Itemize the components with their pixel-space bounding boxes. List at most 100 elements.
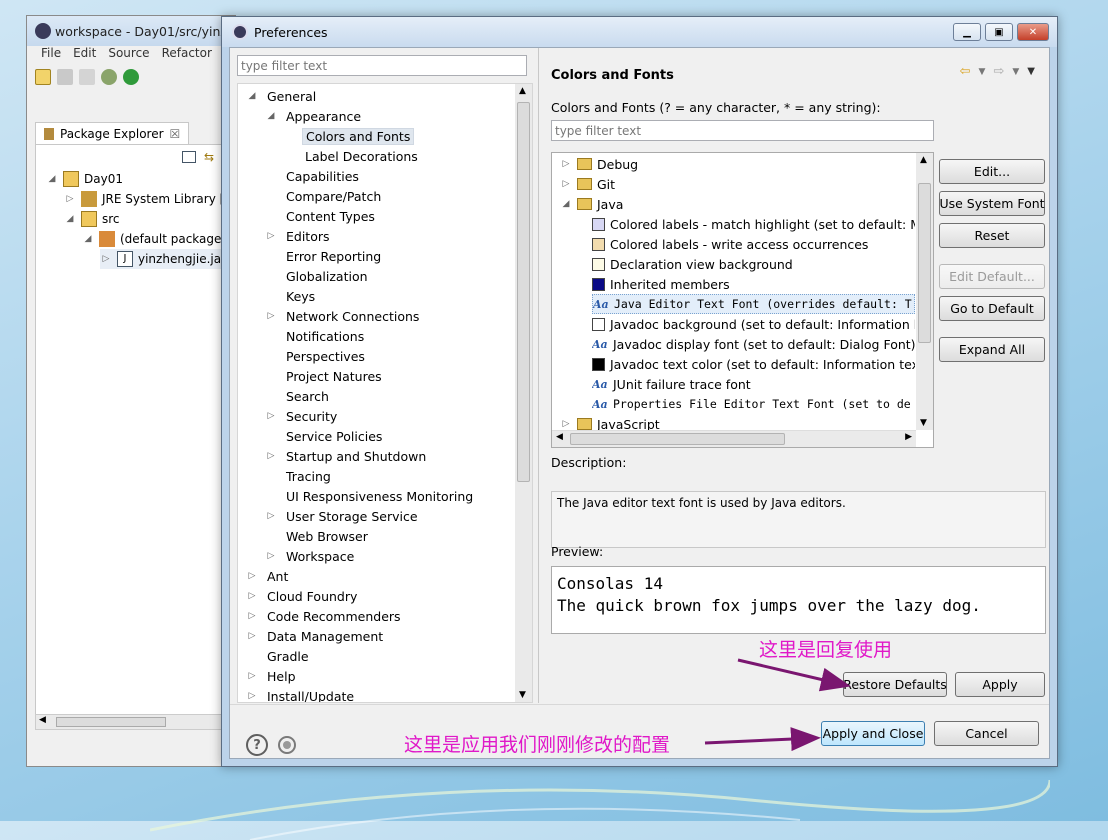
tree-item[interactable]: ▷ Network Connections [265, 306, 422, 326]
collapsed-arrow-icon[interactable]: ▷ [265, 551, 277, 561]
tree-item[interactable]: ▷ Startup and Shutdown [265, 446, 429, 466]
scroll-thumb[interactable] [570, 433, 785, 445]
close-button[interactable]: ✕ [1017, 23, 1049, 41]
menu-edit[interactable]: Edit [73, 46, 96, 64]
tree-item-jre[interactable]: ▷ JRE System Library [J [64, 189, 228, 209]
tree-item[interactable]: Gradle [246, 646, 312, 666]
expand-all-button[interactable]: Expand All [939, 337, 1045, 362]
collapsed-arrow-icon[interactable]: ▷ [265, 451, 277, 461]
collapse-all-icon[interactable] [182, 151, 196, 163]
tree-item[interactable]: ◢ General [246, 86, 319, 106]
tree-item-java-file[interactable]: ▷ J yinzhengjie.jav [100, 249, 229, 269]
scroll-left-icon[interactable]: ◀ [39, 715, 46, 725]
package-explorer-tab[interactable]: Package Explorer ☒ [35, 122, 190, 144]
expand-arrow-icon[interactable]: ▷ [64, 194, 76, 204]
tree-item[interactable]: Notifications [265, 326, 367, 346]
tree-item[interactable]: ▷ Security [265, 406, 340, 426]
tree-item[interactable]: Globalization [265, 266, 371, 286]
tree-item[interactable]: ▷ Install/Update [246, 686, 357, 703]
expanded-arrow-icon[interactable]: ◢ [246, 91, 258, 101]
colors-filter-input[interactable]: type filter text [551, 120, 934, 141]
color-font-item[interactable]: Javadoc background (set to default: Info… [592, 314, 915, 334]
tree-item[interactable]: UI Responsiveness Monitoring [265, 486, 476, 506]
back-dropdown-icon[interactable]: ▼ [979, 67, 986, 77]
tree-item[interactable]: Project Natures [265, 366, 385, 386]
collapsed-arrow-icon[interactable]: ▷ [246, 671, 258, 681]
collapsed-arrow-icon[interactable]: ▷ [246, 591, 258, 601]
expanded-arrow-icon[interactable]: ◢ [265, 111, 277, 121]
restore-defaults-button[interactable]: Restore Defaults [843, 672, 947, 697]
tree-item-project[interactable]: ◢ Day01 [46, 169, 123, 189]
save-all-icon[interactable] [79, 69, 95, 85]
go-to-default-button[interactable]: Go to Default [939, 296, 1045, 321]
reset-button[interactable]: Reset [939, 223, 1045, 248]
scroll-down-icon[interactable]: ▼ [519, 690, 526, 700]
color-font-item[interactable]: ▷ Git [560, 174, 910, 194]
minimize-button[interactable]: ▁ [953, 23, 981, 41]
color-font-item[interactable]: Javadoc text color (set to default: Info… [592, 354, 915, 374]
expanded-arrow-icon[interactable]: ◢ [560, 199, 572, 209]
edit-default-button[interactable]: Edit Default... [939, 264, 1045, 289]
new-icon[interactable] [35, 69, 51, 85]
collapsed-arrow-icon[interactable]: ▷ [560, 419, 572, 429]
tree-item[interactable]: Tracing [265, 466, 334, 486]
edit-button[interactable]: Edit... [939, 159, 1045, 184]
menu-file[interactable]: File [41, 46, 61, 64]
color-font-item[interactable]: Colored labels - match highlight (set to… [592, 214, 915, 234]
forward-dropdown-icon[interactable]: ▼ [1012, 67, 1019, 77]
tree-item[interactable]: ▷ Workspace [265, 546, 357, 566]
color-font-item[interactable]: ◢ Java [560, 194, 910, 214]
close-icon[interactable]: ☒ [170, 127, 181, 141]
scroll-up-icon[interactable]: ▲ [920, 155, 927, 165]
back-icon[interactable]: ⇦ [960, 64, 971, 79]
expand-arrow-icon[interactable]: ▷ [100, 254, 112, 264]
tree-item[interactable]: ▷ Help [246, 666, 299, 686]
view-menu-icon[interactable]: ▼ [1027, 66, 1035, 77]
save-icon[interactable] [57, 69, 73, 85]
tree-item[interactable]: Compare/Patch [265, 186, 384, 206]
tree-item[interactable]: Keys [265, 286, 318, 306]
menu-refactor[interactable]: Refactor [162, 46, 212, 64]
color-font-item[interactable]: ▷ Debug [560, 154, 910, 174]
tree-item[interactable]: ▷ User Storage Service [265, 506, 421, 526]
tree-item[interactable]: ▷ Cloud Foundry [246, 586, 360, 606]
apply-and-close-button[interactable]: Apply and Close [821, 721, 925, 746]
collapsed-arrow-icon[interactable]: ▷ [265, 231, 277, 241]
collapsed-arrow-icon[interactable]: ▷ [265, 411, 277, 421]
tree-item[interactable]: ▷ Editors [265, 226, 333, 246]
tree-item[interactable]: ▷ Code Recommenders [246, 606, 404, 626]
collapsed-arrow-icon[interactable]: ▷ [265, 311, 277, 321]
tree-item[interactable]: Label Decorations [284, 146, 421, 166]
scroll-down-icon[interactable]: ▼ [920, 418, 927, 428]
right-tree-hscroll[interactable]: ◀ ▶ [552, 430, 916, 447]
expand-arrow-icon[interactable]: ◢ [64, 214, 76, 224]
expand-arrow-icon[interactable]: ◢ [46, 174, 58, 184]
collapsed-arrow-icon[interactable]: ▷ [560, 159, 572, 169]
color-font-item[interactable]: Declaration view background [592, 254, 915, 274]
color-font-item[interactable]: Aa Java Editor Text Font (overrides defau… [592, 294, 915, 314]
color-font-item[interactable]: Aa JUnit failure trace font [592, 374, 915, 394]
tree-item[interactable]: Error Reporting [265, 246, 384, 266]
sash-divider[interactable] [538, 48, 539, 703]
tree-item[interactable]: Colors and Fonts [284, 126, 415, 146]
tree-item[interactable]: Web Browser [265, 526, 371, 546]
color-font-item[interactable]: Inherited members [592, 274, 915, 294]
maximize-button[interactable]: ▣ [985, 23, 1013, 41]
tree-item[interactable]: Perspectives [265, 346, 368, 366]
help-icon[interactable]: ? [246, 734, 268, 756]
package-explorer-hscroll[interactable]: ◀ [35, 714, 235, 730]
scroll-thumb[interactable] [56, 717, 166, 727]
scroll-thumb[interactable] [918, 183, 931, 343]
apply-button[interactable]: Apply [955, 672, 1045, 697]
left-filter-input[interactable]: type filter text [237, 55, 527, 76]
tree-item[interactable]: Content Types [265, 206, 378, 226]
right-tree-vscroll[interactable]: ▲ ▼ [916, 153, 933, 430]
scroll-left-icon[interactable]: ◀ [556, 432, 563, 442]
scroll-up-icon[interactable]: ▲ [519, 86, 526, 96]
collapsed-arrow-icon[interactable]: ▷ [246, 571, 258, 581]
cancel-button[interactable]: Cancel [934, 721, 1039, 746]
color-font-item[interactable]: Aa Properties File Editor Text Font (set … [592, 394, 915, 414]
tree-item[interactable]: ▷ Ant [246, 566, 291, 586]
scroll-right-icon[interactable]: ▶ [905, 432, 912, 442]
scroll-thumb[interactable] [517, 102, 530, 482]
